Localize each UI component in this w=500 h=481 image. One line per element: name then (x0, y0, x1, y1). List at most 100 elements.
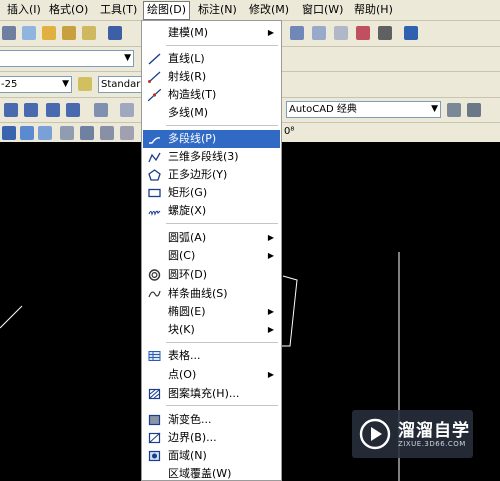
linetype-value: -25 (1, 79, 18, 90)
sheet-set-icon[interactable] (356, 26, 370, 40)
menu-item-multiline[interactable]: 多线(M) (143, 104, 280, 122)
menu-item-polyline[interactable]: 多段线(P) (143, 130, 280, 148)
partial-toolbar-label: 0⁸ (284, 126, 295, 137)
construction-line-icon (148, 89, 161, 101)
draw-menu: 建模(M) ▶ 直线(L) 射线(R) 构造线(T) 多线(M) 多段线(P) 三… (141, 20, 282, 481)
watermark-subtitle: ZIXUE.3D66.COM (398, 440, 466, 448)
menu-separator (166, 405, 278, 406)
design-center-icon[interactable] (312, 26, 326, 40)
menu-item-ellipse[interactable]: 椭圆(E) ▶ (143, 303, 280, 321)
menu-separator (166, 125, 278, 126)
copy-icon[interactable] (22, 26, 36, 40)
3d-sphere-icon[interactable] (66, 103, 80, 117)
play-logo-icon (359, 418, 391, 450)
submenu-arrow-icon: ▶ (267, 370, 274, 379)
menu-separator (166, 45, 278, 46)
menu-item-point[interactable]: 点(O) ▶ (143, 366, 280, 384)
workspace-combo[interactable]: AutoCAD 经典 ▼ (286, 101, 441, 118)
chevron-down-icon: ▼ (431, 104, 438, 114)
menu-item-line[interactable]: 直线(L) (143, 50, 280, 68)
menu-item-helix[interactable]: 螺旋(X) (143, 202, 280, 220)
helix-icon (148, 210, 161, 216)
3d-box-icon[interactable] (4, 103, 18, 117)
submenu-arrow-icon: ▶ (267, 251, 274, 260)
walk-icon[interactable] (100, 126, 114, 140)
menu-item-hatch[interactable]: 图案填充(H)... (143, 385, 280, 403)
menu-item-construction-line[interactable]: 构造线(T) (143, 86, 280, 104)
cut-icon[interactable] (2, 26, 16, 40)
camera-icon[interactable] (120, 126, 134, 140)
menu-item-donut[interactable]: 圆环(D) (143, 266, 280, 284)
match-properties-icon[interactable] (62, 26, 76, 40)
menu-item-region[interactable]: 面域(N) (143, 447, 280, 465)
boundary-icon (148, 432, 161, 444)
workspace-value: AutoCAD 经典 (289, 104, 357, 115)
align-icon[interactable] (60, 126, 74, 140)
linetype-combo[interactable]: -25 ▼ (0, 76, 72, 93)
render-icon[interactable] (94, 103, 108, 117)
rectangle-icon (148, 188, 161, 198)
menu-separator (166, 342, 278, 343)
menu-item-ray[interactable]: 射线(R) (143, 68, 280, 86)
rotate-icon[interactable] (20, 126, 34, 140)
menu-insert[interactable]: 插入(I) (4, 2, 44, 18)
properties-icon[interactable] (290, 26, 304, 40)
menu-help[interactable]: 帮助(H) (351, 2, 396, 18)
view-icon[interactable] (120, 103, 134, 117)
menu-item-spline[interactable]: 样条曲线(S) (143, 285, 280, 303)
table-icon (148, 351, 161, 361)
toolbar-lock-icon[interactable] (467, 103, 481, 117)
paste-icon[interactable] (42, 26, 56, 40)
menu-item-modeling[interactable]: 建模(M) ▶ (143, 24, 280, 42)
polyline-icon (149, 137, 161, 144)
donut-icon (148, 269, 161, 281)
menu-modify[interactable]: 修改(M) (246, 2, 292, 18)
move-icon[interactable] (2, 126, 16, 140)
calculator-icon[interactable] (378, 26, 392, 40)
menu-tools[interactable]: 工具(T) (97, 2, 140, 18)
menu-item-block[interactable]: 块(K) ▶ (143, 321, 280, 339)
spline-icon (148, 290, 161, 298)
text-style-value: Standar (101, 79, 141, 90)
gradient-icon (148, 414, 161, 426)
layer-combo[interactable]: ▼ (0, 50, 134, 67)
region-icon (148, 450, 161, 462)
line-icon (148, 53, 161, 65)
3d-cone-icon[interactable] (46, 103, 60, 117)
menu-item-wipeout[interactable]: 区域覆盖(W) (143, 465, 280, 480)
menu-dimension[interactable]: 标注(N) (195, 2, 240, 18)
help-icon[interactable] (404, 26, 418, 40)
menu-format[interactable]: 格式(O) (46, 2, 91, 18)
menu-draw[interactable]: 绘图(D) (143, 1, 191, 20)
orbit-icon[interactable] (80, 126, 94, 140)
tool-palettes-icon[interactable] (334, 26, 348, 40)
menu-item-rectangle[interactable]: 矩形(G) (143, 184, 280, 202)
menu-item-3d-polyline[interactable]: 三维多段线(3) (143, 148, 280, 166)
brush-icon[interactable] (82, 26, 96, 40)
chevron-down-icon: ▼ (124, 53, 131, 63)
watermark-title: 溜溜自学 (398, 421, 470, 441)
menu-item-boundary[interactable]: 边界(B)... (143, 429, 280, 447)
menu-item-gradient[interactable]: 渐变色... (143, 411, 280, 429)
hatch-icon (148, 388, 161, 400)
submenu-arrow-icon: ▶ (267, 28, 274, 37)
3d-polyline-icon (148, 152, 161, 163)
menu-item-polygon[interactable]: 正多边形(Y) (143, 166, 280, 184)
text-style-icon[interactable] (78, 77, 92, 91)
menu-window[interactable]: 窗口(W) (299, 2, 346, 18)
ray-icon (148, 71, 161, 83)
workspace-settings-icon[interactable] (447, 103, 461, 117)
chevron-down-icon: ▼ (62, 79, 69, 89)
submenu-arrow-icon: ▶ (267, 307, 274, 316)
submenu-arrow-icon: ▶ (267, 325, 274, 334)
undo-icon[interactable] (108, 26, 122, 40)
menu-item-arc[interactable]: 圆弧(A) ▶ (143, 229, 280, 247)
menu-bar: 插入(I) 格式(O) 工具(T) 绘图(D) 标注(N) 修改(M) 窗口(W… (0, 0, 500, 21)
menu-item-circle[interactable]: 圆(C) ▶ (143, 247, 280, 265)
polygon-icon (148, 169, 161, 181)
menu-item-table[interactable]: 表格... (143, 347, 280, 365)
3d-wedge-icon[interactable] (24, 103, 38, 117)
menu-separator (166, 223, 278, 224)
submenu-arrow-icon: ▶ (267, 233, 274, 242)
scale-icon[interactable] (38, 126, 52, 140)
